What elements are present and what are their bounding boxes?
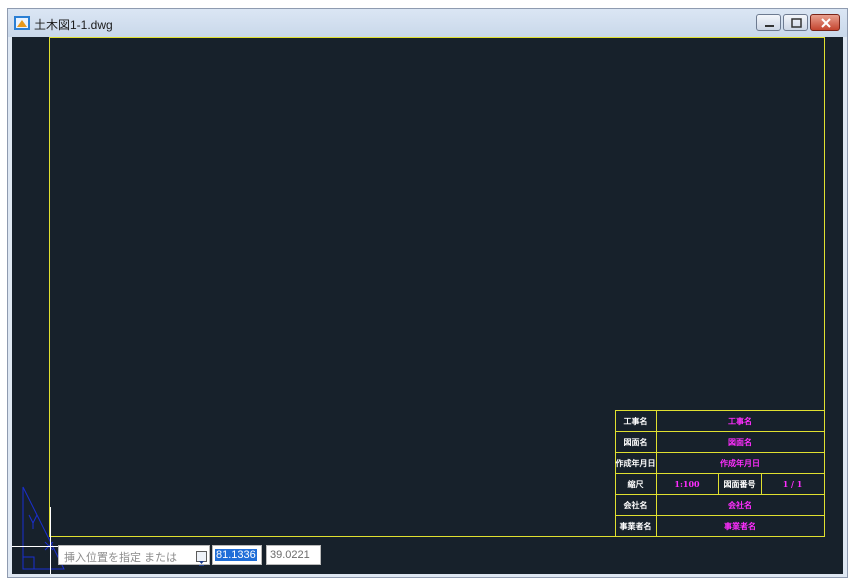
command-prompt[interactable]: 挿入位置を指定 または	[58, 545, 210, 566]
drawing-window: 土木図1-1.dwg 工事名 工事名 図面名 図面名 作成年月日 作成年月日 縮…	[7, 8, 848, 578]
coordinate-y-value: 39.0221	[270, 549, 310, 561]
title-bar[interactable]: 土木図1-1.dwg	[8, 9, 847, 37]
maximize-button[interactable]	[783, 14, 808, 31]
drawing-border	[49, 37, 825, 537]
cad-drawing-icon	[14, 16, 30, 30]
window-title: 土木図1-1.dwg	[34, 18, 113, 32]
close-icon	[821, 18, 831, 28]
coordinate-y-input[interactable]: 39.0221	[266, 545, 321, 565]
drawing-canvas[interactable]: 工事名 工事名 図面名 図面名 作成年月日 作成年月日 縮尺 1:100 図面番…	[12, 37, 843, 574]
minimize-button[interactable]	[756, 14, 781, 31]
coordinate-x-input[interactable]: 81.1336	[212, 545, 262, 565]
minimize-icon	[765, 25, 774, 27]
command-prompt-text: 挿入位置を指定 または	[64, 552, 178, 564]
dropdown-arrow-icon[interactable]	[196, 551, 207, 566]
close-button[interactable]	[810, 14, 840, 31]
coordinate-x-value: 81.1336	[215, 549, 257, 561]
title-block-frame	[615, 410, 825, 537]
drawing-area	[12, 37, 825, 574]
maximize-icon	[791, 18, 802, 28]
